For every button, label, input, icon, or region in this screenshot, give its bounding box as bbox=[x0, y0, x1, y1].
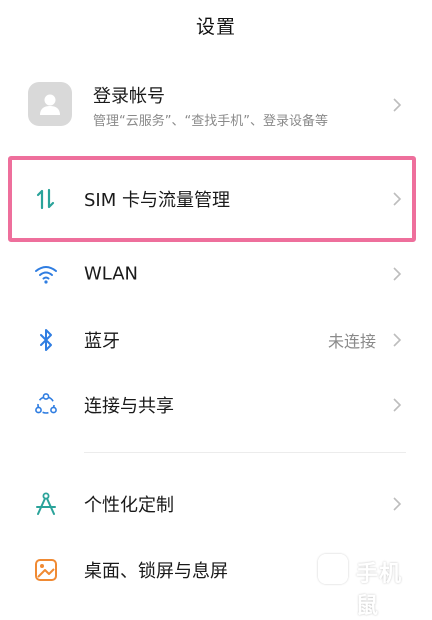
user-icon bbox=[40, 94, 60, 115]
bluetooth-status: 未连接 bbox=[327, 332, 376, 351]
wallpaper-icon bbox=[32, 556, 60, 584]
share-network-icon bbox=[32, 391, 60, 419]
highlight-box bbox=[8, 156, 416, 242]
chevron-right-icon bbox=[392, 266, 402, 282]
wlan-row[interactable]: WLAN bbox=[0, 244, 432, 304]
chevron-right-icon bbox=[392, 97, 402, 113]
wifi-icon bbox=[32, 260, 60, 288]
chevron-right-icon bbox=[392, 397, 402, 413]
chevron-right-icon bbox=[392, 332, 402, 348]
connect-share-label: 连接与共享 bbox=[84, 396, 174, 417]
chevron-right-icon bbox=[392, 496, 402, 512]
wlan-label: WLAN bbox=[84, 263, 139, 285]
page-title: 设置 bbox=[195, 15, 236, 38]
personalization-label: 个性化定制 bbox=[84, 495, 174, 516]
section-divider bbox=[84, 452, 406, 453]
watermark-logo: 手机鼠 bbox=[318, 550, 414, 619]
bluetooth-icon bbox=[32, 326, 60, 354]
account-subtitle: 管理“云服务”、“查找手机”、登录设备等 bbox=[93, 114, 328, 129]
watermark-icon bbox=[318, 554, 348, 584]
account-row[interactable]: 登录帐号 管理“云服务”、“查找手机”、登录设备等 bbox=[0, 70, 432, 140]
watermark-text: 手机鼠 bbox=[356, 562, 403, 619]
compass-icon bbox=[32, 490, 60, 518]
avatar bbox=[28, 82, 72, 126]
bluetooth-label: 蓝牙 bbox=[84, 331, 120, 352]
connect-share-row[interactable]: 连接与共享 bbox=[0, 375, 432, 435]
personalization-row[interactable]: 个性化定制 bbox=[0, 474, 432, 534]
bluetooth-row[interactable]: 蓝牙 未连接 bbox=[0, 310, 432, 370]
account-title: 登录帐号 bbox=[93, 86, 165, 107]
header: 设置 bbox=[0, 0, 432, 50]
desktop-lockscreen-label: 桌面、锁屏与息屏 bbox=[84, 561, 228, 582]
